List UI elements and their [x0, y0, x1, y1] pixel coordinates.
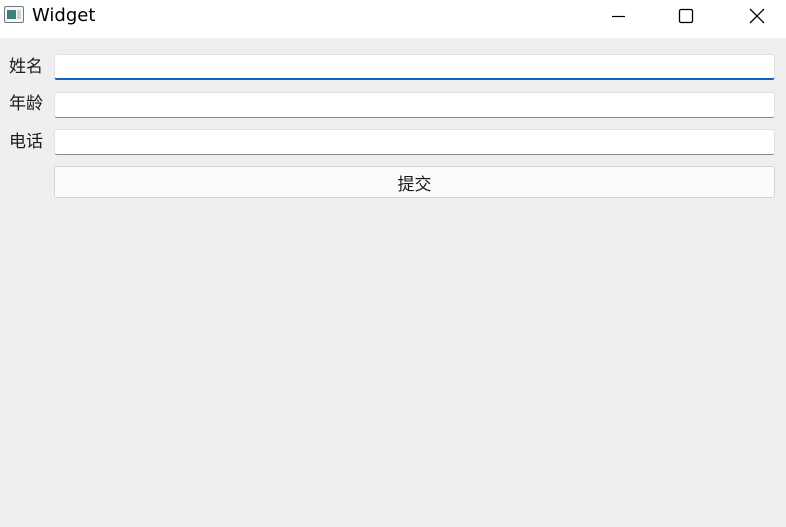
- maximize-icon: [678, 8, 694, 24]
- window-title: Widget: [32, 5, 96, 26]
- maximize-button[interactable]: [663, 0, 709, 32]
- name-label: 姓名: [9, 57, 43, 77]
- minimize-icon: [612, 15, 625, 18]
- phone-label: 电话: [9, 132, 43, 152]
- close-icon: [749, 8, 765, 24]
- window-app-icon: [4, 6, 24, 23]
- main-window: Widget 姓名 年龄 电话 提交: [0, 0, 786, 527]
- name-input[interactable]: [54, 54, 775, 80]
- submit-button[interactable]: 提交: [54, 166, 775, 198]
- title-bar[interactable]: Widget: [0, 0, 786, 38]
- minimize-button[interactable]: [595, 0, 641, 32]
- phone-input[interactable]: [54, 129, 775, 155]
- age-label: 年龄: [9, 94, 43, 114]
- close-button[interactable]: [734, 0, 780, 32]
- age-input[interactable]: [54, 92, 775, 118]
